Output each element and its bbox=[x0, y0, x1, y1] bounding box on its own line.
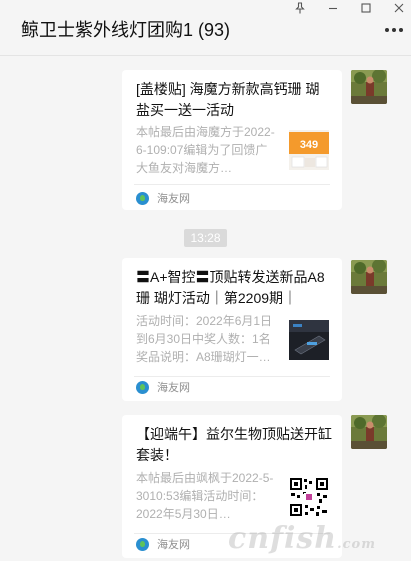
card-source: 海友网 bbox=[136, 536, 190, 552]
message-timestamp: 13:28 bbox=[184, 229, 227, 247]
card-divider bbox=[134, 184, 330, 185]
sender-avatar[interactable] bbox=[351, 260, 387, 294]
card-description: 本帖最后由飒枫于2022-5-3010:53编辑活动时间：2022年5月30日… bbox=[136, 471, 274, 521]
minimize-icon[interactable] bbox=[323, 1, 343, 15]
card-source: 海友网 bbox=[136, 379, 190, 395]
card-divider bbox=[134, 376, 330, 377]
title-bar: 鲸卫士紫外线灯团购1 (93) bbox=[0, 0, 411, 56]
card-source: 海友网 bbox=[136, 190, 190, 206]
source-name: 海友网 bbox=[157, 382, 190, 394]
source-logo-icon bbox=[136, 380, 149, 394]
sender-avatar[interactable] bbox=[351, 415, 387, 449]
source-logo-icon bbox=[136, 191, 149, 205]
source-name: 海友网 bbox=[157, 193, 190, 205]
shared-link-card[interactable]: 〓A+智控〓顶贴转发送新品A8珊 瑚灯活动｜第2209期｜ 活动时间：2022年… bbox=[122, 258, 342, 401]
watermark-suffix: .com bbox=[337, 537, 376, 552]
thumbnail-text: 349 bbox=[300, 139, 318, 151]
card-thumbnail: 349 bbox=[289, 130, 329, 170]
source-logo-icon bbox=[136, 537, 149, 551]
chat-title: 鲸卫士紫外线灯团购1 (93) bbox=[21, 20, 231, 40]
watermark-main: cnfish bbox=[228, 521, 338, 556]
more-options-icon[interactable] bbox=[385, 20, 405, 40]
close-icon[interactable] bbox=[389, 1, 409, 15]
sender-avatar[interactable] bbox=[351, 70, 387, 104]
card-description: 本帖最后由海魔方于2022-6-109:07编辑为了回馈广大鱼友对海魔方… bbox=[136, 125, 275, 175]
card-title: 【迎端午】益尔生物顶贴送开缸套装！ bbox=[136, 426, 332, 463]
card-thumbnail bbox=[289, 320, 329, 360]
card-title: [盖楼贴] 海魔方新款高钙珊 瑚盐买一送一活动 bbox=[136, 81, 320, 118]
maximize-icon[interactable] bbox=[356, 1, 376, 15]
card-description: 活动时间：2022年6月1日到6月30日中奖人数：1名奖品说明：A8珊瑚灯一… bbox=[136, 314, 273, 364]
pin-icon[interactable] bbox=[290, 1, 310, 15]
card-title: 〓A+智控〓顶贴转发送新品A8珊 瑚灯活动｜第2209期｜ bbox=[136, 269, 325, 306]
shared-link-card[interactable]: [盖楼贴] 海魔方新款高钙珊 瑚盐买一送一活动 本帖最后由海魔方于2022-6-… bbox=[122, 70, 342, 210]
qr-code-thumbnail bbox=[289, 477, 329, 517]
site-watermark: cnfish.com bbox=[228, 521, 376, 556]
source-name: 海友网 bbox=[157, 539, 190, 551]
